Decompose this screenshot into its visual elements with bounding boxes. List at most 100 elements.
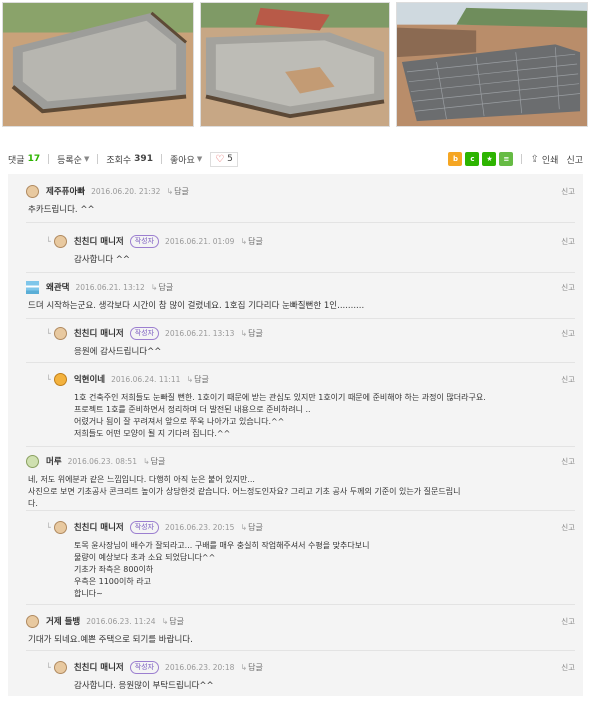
comment-line: 추카드립니다. ^^	[28, 205, 95, 215]
comment-nickname[interactable]: 친친디 매니저	[74, 327, 124, 339]
reply-button[interactable]: ↳ 답글	[151, 282, 173, 293]
comment-body: 토목 윤사장님이 배수가 잘되라고... 구배를 매우 충실히 작업해주셔서 수…	[74, 540, 583, 600]
comment-date: 2016.06.23. 08:51	[67, 456, 137, 466]
like-label: 좋아요	[169, 155, 195, 166]
avatar[interactable]	[26, 614, 39, 628]
comment-report-link[interactable]: 신고	[561, 374, 575, 385]
reply-label: 답글	[174, 186, 189, 196]
chevron-down-icon: ▼	[83, 155, 90, 163]
comment-item: 제주퓨아빠 2016.06.20. 21:32 ↳ 답글 신고 추카드립니다. ^…	[8, 184, 583, 216]
comment-line: 프로젝트 1호를 준비하면서 정리하며 더 발전된 내용으로 준비하려니 ..	[74, 405, 311, 414]
avatar[interactable]	[26, 184, 39, 198]
comment-line: 드뎌 시작하는군요. 생각보다 시간이 참 많이 걸렸네요. 1호집 기다리다 …	[28, 301, 365, 311]
comment-nickname[interactable]: 왜관댁	[46, 281, 69, 293]
comment-report-link[interactable]: 신고	[561, 328, 575, 339]
divider	[160, 154, 162, 164]
photo-foundation-1[interactable]	[2, 2, 194, 127]
sort-dropdown[interactable]: 등록순 ▼	[57, 153, 89, 166]
comment-report-link[interactable]: 신고	[561, 662, 575, 673]
comment-toolbar: 댓글 17 등록순 ▼ 조회수 391 좋아요 ▼ ♡ 5 b c ★ ≡ ⇪ …	[8, 148, 583, 170]
chevron-down-icon: ▼	[196, 155, 203, 163]
comment-nickname[interactable]: 제주퓨아빠	[46, 185, 85, 197]
cafe-share-icon[interactable]: c	[465, 152, 480, 166]
avatar[interactable]	[26, 454, 39, 468]
comment-report-link[interactable]: 신고	[561, 282, 575, 293]
avatar[interactable]	[26, 280, 39, 294]
reply-item: └ 친친디 매니저 작성자 2016.06.23. 20:15 ↳ 답글 신고 토…	[46, 520, 583, 600]
reply-button[interactable]: ↳ 답글	[186, 374, 208, 385]
like-dropdown[interactable]: 좋아요 ▼	[170, 153, 202, 166]
avatar[interactable]	[53, 234, 67, 248]
avatar[interactable]	[53, 372, 67, 386]
reply-button[interactable]: ↳ 답글	[240, 328, 262, 339]
divider	[26, 604, 575, 605]
comment-line: 어렸거나 됨이 잘 꾸려져서 앞으로 쭈욱 나아가고 있습니다.^^	[74, 417, 285, 426]
blog-share-icon[interactable]: b	[448, 152, 463, 166]
divider	[26, 650, 575, 651]
reply-item: └ 친친디 매니저 작성자 2016.06.23. 20:18 ↳ 답글 신고 감…	[46, 660, 583, 692]
comment-nickname[interactable]: 친친디 매니저	[74, 521, 124, 533]
divider	[26, 318, 575, 319]
comment-body: 감사합니다. 응원많이 부탁드립니다^^	[74, 680, 583, 692]
photo-foundation-3[interactable]	[396, 2, 588, 127]
comment-line: 1호 건축주인 저희들도 눈빠질 뻔한. 1호이기 때문에 받는 관심도 있지만…	[74, 393, 486, 402]
reply-label: 답글	[194, 374, 209, 384]
comment-item: 머루 2016.06.23. 08:51 ↳ 답글 신고 네, 저도 위에분과 같…	[8, 454, 583, 510]
photo-foundation-2[interactable]	[200, 2, 390, 127]
comment-line: 감사합니다 ^^	[74, 255, 131, 265]
comment-line: 저희들도 어떤 모양이 될 지 기다려 집니다.^^	[74, 429, 231, 438]
star-share-icon[interactable]: ★	[482, 152, 497, 166]
avatar[interactable]	[53, 520, 67, 534]
avatar[interactable]	[53, 660, 67, 674]
comment-line: 물량이 예상보다 초과 소요 되었답니다^^	[74, 553, 216, 562]
divider	[26, 362, 575, 363]
reply-item: └ 친친디 매니저 작성자 2016.06.21. 13:13 ↳ 답글 신고 응…	[46, 326, 583, 358]
toolbar-right: b c ★ ≡ ⇪ 인쇄 신고	[445, 152, 583, 166]
comment-report-link[interactable]: 신고	[561, 616, 575, 627]
comment-line: 네, 저도 위에분과 같은 느낌입니다. 다행히 아직 눈은 붙어 있지만...	[28, 475, 255, 484]
comment-count-toggle[interactable]: 댓글 17	[8, 153, 40, 166]
comment-nickname[interactable]: 익현이네	[74, 373, 105, 385]
comment-line: 감사합니다. 응원많이 부탁드립니다^^	[74, 681, 214, 691]
reply-arrow-icon: ↳	[166, 186, 174, 196]
reply-arrow-icon: ↳	[240, 662, 248, 672]
sort-label: 등록순	[57, 155, 82, 166]
print-link[interactable]: 인쇄	[542, 153, 559, 166]
reply-button[interactable]: ↳ 답글	[240, 662, 262, 673]
avatar[interactable]	[53, 326, 67, 340]
author-badge: 작성자	[129, 234, 160, 248]
comment-list: 제주퓨아빠 2016.06.20. 21:32 ↳ 답글 신고 추카드립니다. ^…	[8, 174, 583, 696]
reply-button[interactable]: ↳ 답글	[240, 236, 262, 247]
comment-body: 기대가 되네요.예쁜 주택으로 되기를 바랍니다.	[28, 634, 583, 646]
reply-button[interactable]: ↳ 답글	[166, 186, 188, 197]
reply-item: └ 친친디 매니저 작성자 2016.06.21. 01:09 ↳ 답글 신고 감…	[46, 234, 583, 266]
comment-date: 2016.06.24. 11:11	[111, 374, 181, 384]
comment-report-link[interactable]: 신고	[561, 186, 575, 197]
reply-button[interactable]: ↳ 답글	[143, 456, 165, 467]
comment-report-link[interactable]: 신고	[561, 236, 575, 247]
reply-arrow-icon: ↳	[240, 522, 248, 532]
reply-item: └ 익현이네 2016.06.24. 11:11 ↳ 답글 신고 1호 건축주인 …	[46, 372, 583, 440]
divider	[26, 446, 575, 447]
comment-line: 기대가 되네요.예쁜 주택으로 되기를 바랍니다.	[28, 635, 193, 645]
reply-button[interactable]: ↳ 답글	[240, 522, 262, 533]
report-link[interactable]: 신고	[566, 153, 583, 166]
reply-button[interactable]: ↳ 답글	[162, 616, 184, 627]
comment-nickname[interactable]: 거제 들뱅	[46, 615, 80, 627]
comment-nickname[interactable]: 친친디 매니저	[74, 235, 124, 247]
comment-report-link[interactable]: 신고	[561, 522, 575, 533]
share-icon[interactable]: ⇪	[530, 154, 538, 165]
comment-line: 우측은 1100이하 라고	[74, 577, 151, 586]
reply-marker-icon: └	[46, 374, 51, 384]
reply-arrow-icon: ↳	[240, 328, 248, 338]
comment-nickname[interactable]: 친친디 매니저	[74, 661, 124, 673]
memo-share-icon[interactable]: ≡	[499, 152, 514, 166]
comments-label: 댓글	[8, 155, 25, 166]
reply-marker-icon: └	[46, 328, 51, 338]
comment-body: 네, 저도 위에분과 같은 느낌입니다. 다행히 아직 눈은 붙어 있지만...…	[28, 474, 583, 510]
like-button[interactable]: ♡ 5	[210, 151, 238, 167]
reply-label: 답글	[158, 282, 174, 292]
comment-report-link[interactable]: 신고	[561, 456, 575, 467]
comment-nickname[interactable]: 머루	[46, 455, 62, 467]
reply-marker-icon: └	[46, 236, 51, 246]
